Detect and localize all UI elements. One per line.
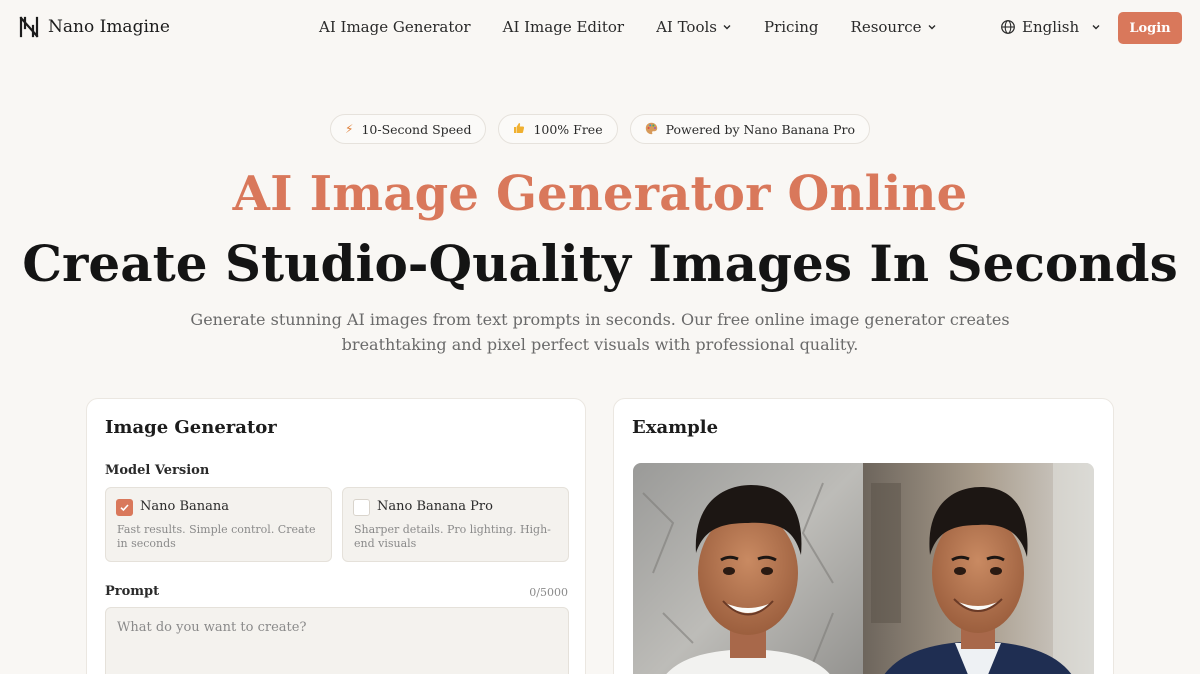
nav-link-pricing[interactable]: Pricing — [764, 18, 819, 36]
generator-title: Image Generator — [105, 417, 277, 438]
chevron-down-icon — [928, 25, 936, 30]
model-name: Nano Banana Pro — [377, 499, 493, 514]
nav-link-ai-image-generator[interactable]: AI Image Generator — [319, 18, 471, 36]
language-selector[interactable]: English — [1000, 18, 1101, 36]
login-button[interactable]: Login — [1118, 12, 1182, 44]
chevron-down-icon — [1092, 25, 1100, 30]
nav-link-label: AI Image Generator — [319, 18, 471, 36]
model-desc: Fast results. Simple control. Create in … — [117, 523, 316, 550]
example-title: Example — [632, 417, 719, 438]
badge-free: 100% Free — [498, 114, 618, 144]
badge-label: 100% Free — [533, 121, 603, 137]
prompt-char-counter: 0/5000 — [529, 586, 568, 599]
nav-links: AI Image Generator AI Image Editor AI To… — [319, 18, 937, 36]
model-version-label: Model Version — [105, 463, 210, 478]
palette-icon — [645, 122, 658, 137]
model-name: Nano Banana — [140, 499, 230, 514]
language-label: English — [1022, 18, 1080, 36]
image-generator-card: Image Generator Model Version Nano Banan… — [86, 398, 586, 674]
checkbox-checked[interactable] — [116, 499, 133, 516]
hero-title: AI Image Generator Online — [232, 166, 968, 222]
check-icon — [120, 504, 129, 512]
prompt-label: Prompt — [105, 584, 160, 599]
model-desc: Sharper details. Pro lighting. High-end … — [354, 523, 551, 550]
nav-link-label: AI Tools — [656, 18, 717, 36]
logo-icon — [19, 16, 39, 38]
example-card: Example — [613, 398, 1114, 674]
badge-label: Powered by Nano Banana Pro — [665, 121, 855, 137]
lightning-icon: ⚡︎ — [345, 122, 354, 136]
nav-link-label: AI Image Editor — [502, 18, 625, 36]
badge-speed: ⚡︎ 10-Second Speed — [330, 114, 487, 144]
feature-badges: ⚡︎ 10-Second Speed 100% Free Powered by … — [0, 114, 1200, 144]
example-image — [633, 463, 1094, 674]
badge-label: 10-Second Speed — [361, 121, 472, 137]
nav-link-ai-tools[interactable]: AI Tools — [656, 18, 732, 36]
model-option-nano-banana[interactable]: Nano Banana Fast results. Simple control… — [105, 487, 332, 562]
globe-icon — [1001, 20, 1015, 34]
prompt-input[interactable] — [105, 607, 569, 674]
nav-link-resource[interactable]: Resource — [851, 18, 937, 36]
nav-link-label: Resource — [850, 18, 922, 36]
thumbs-up-icon — [513, 122, 525, 136]
nav-link-label: Pricing — [764, 18, 819, 36]
top-navbar: Nano Imagine AI Image Generator AI Image… — [0, 0, 1200, 56]
hero-description: Generate stunning AI images from text pr… — [190, 310, 1010, 354]
example-portrait-comparison-image — [633, 463, 1094, 674]
chevron-down-icon — [723, 25, 731, 30]
checkbox-unchecked[interactable] — [353, 499, 370, 516]
badge-powered: Powered by Nano Banana Pro — [629, 114, 870, 144]
model-option-nano-banana-pro[interactable]: Nano Banana Pro Sharper details. Pro lig… — [342, 487, 569, 562]
brand[interactable]: Nano Imagine — [18, 16, 170, 38]
nav-link-ai-image-editor[interactable]: AI Image Editor — [503, 18, 624, 36]
hero-subtitle: Create Studio-Quality Images In Seconds — [22, 234, 1178, 293]
brand-name: Nano Imagine — [48, 17, 170, 37]
